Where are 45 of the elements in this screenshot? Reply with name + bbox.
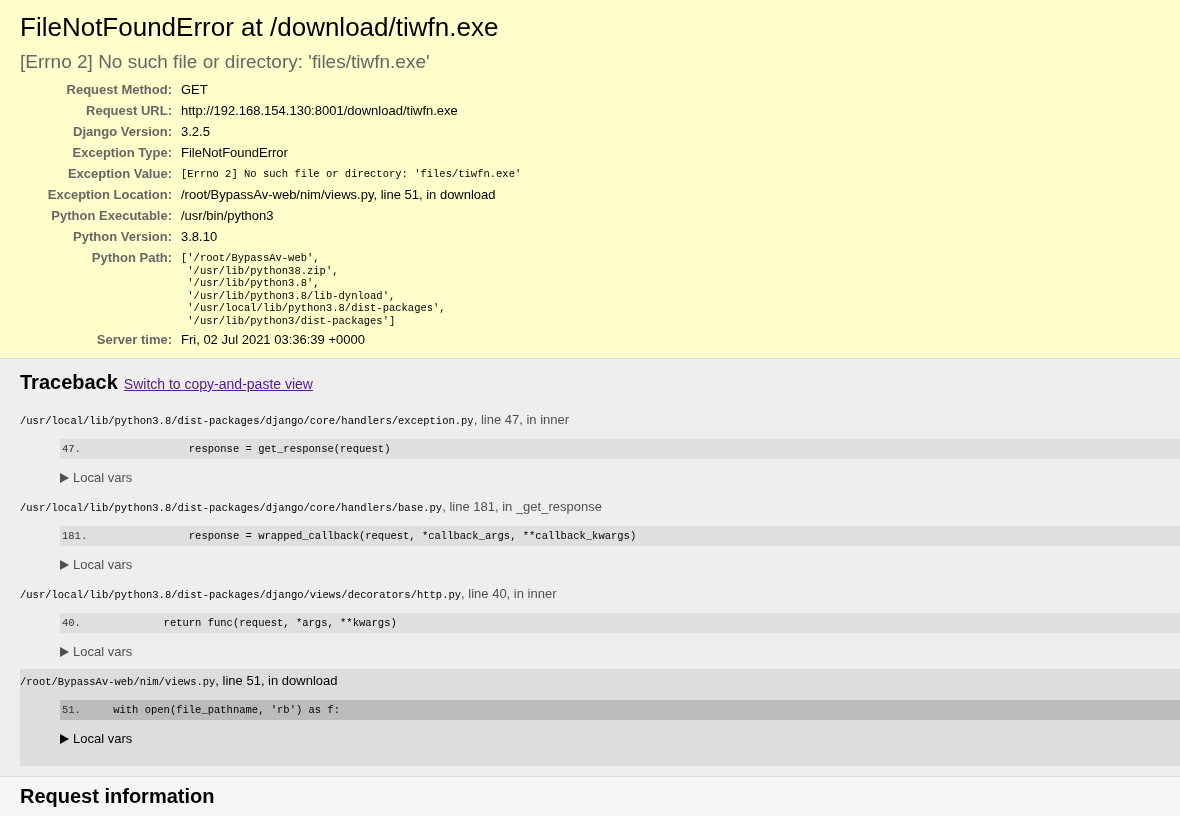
- meta-value: FileNotFoundError: [181, 145, 289, 161]
- frame-location: /usr/local/lib/python3.8/dist-packages/django/core/handlers/exception.py, line 47, in inner: [20, 411, 571, 429]
- frame-location: /usr/local/lib/python3.8/dist-packages/django/core/handlers/base.py, line 181, in _get_response: [20, 498, 603, 516]
- local-vars-toggle[interactable]: Local vars: [60, 557, 133, 572]
- meta-value: http://192.168.154.130:8001/download/tiwfn.exe: [181, 103, 459, 119]
- code-line: response = wrapped_callback(request, *callback_args, **callback_kwargs): [187, 529, 637, 544]
- error-message: [Errno 2] No such file or directory: 'files/tiwfn.exe': [20, 51, 431, 73]
- expand-triangle-icon: [60, 733, 69, 744]
- frame-location: /usr/local/lib/python3.8/dist-packages/django/views/decorators/http.py, line 40, in inner: [20, 585, 558, 603]
- error-title: FileNotFoundError at /download/tiwfn.exe: [20, 12, 500, 43]
- section-heading: Traceback: [20, 371, 118, 394]
- meta-label: Exception Type:: [71, 145, 172, 161]
- meta-label: Exception Value:: [66, 166, 172, 182]
- meta-value: Fri, 02 Jul 2021 03:36:39 +0000: [181, 332, 366, 348]
- meta-label: Exception Location:: [46, 187, 172, 203]
- meta-value: 3.8.10: [181, 229, 219, 245]
- meta-label: Request URL:: [85, 103, 172, 119]
- meta-value: /usr/bin/python3: [181, 208, 275, 224]
- local-vars-toggle[interactable]: Local vars: [60, 470, 133, 485]
- expand-triangle-icon: [60, 646, 69, 657]
- line-number: 40.: [61, 616, 82, 631]
- meta-value: GET: [181, 82, 209, 98]
- code-line: return func(request, *args, **kwargs): [162, 616, 397, 631]
- meta-label: Request Method:: [65, 82, 172, 98]
- line-number: 181.: [61, 529, 88, 544]
- meta-label: Server time:: [95, 332, 172, 348]
- meta-value: /root/BypassAv-web/nim/views.py, line 51, in download: [181, 187, 497, 203]
- meta-label: Python Path:: [90, 250, 172, 267]
- meta-label: Django Version:: [72, 124, 172, 140]
- expand-triangle-icon: [60, 559, 69, 570]
- meta-label: Python Executable:: [50, 208, 172, 224]
- code-line: response = get_response(request): [187, 442, 391, 457]
- meta-value: [Errno 2] No such file or directory: 'files/tiwfn.exe': [181, 167, 523, 182]
- copy-paste-view-link[interactable]: Switch to copy-and-paste view: [123, 376, 313, 392]
- expand-triangle-icon: [60, 472, 69, 483]
- frame-location: /root/BypassAv-web/nim/views.py, line 51, in download: [20, 672, 339, 690]
- section-heading: Request information: [20, 785, 216, 808]
- line-number: 51.: [61, 703, 82, 718]
- local-vars-toggle[interactable]: Local vars: [60, 731, 133, 746]
- meta-value: ['/root/BypassAv-web', '/usr/lib/python38.zip', '/usr/lib/python3.8', '/usr/lib/python3.8/lib-dynload', '/usr/local/lib/python3.8/dist-packages', '/usr/lib/python3/dist-packages']: [181, 251, 447, 327]
- local-vars-toggle[interactable]: Local vars: [60, 644, 133, 659]
- line-number: 47.: [61, 442, 82, 457]
- code-line: with open(file_pathname, 'rb') as f:: [112, 703, 341, 718]
- meta-label: Python Version:: [72, 229, 172, 245]
- meta-value: 3.2.5: [181, 124, 211, 140]
